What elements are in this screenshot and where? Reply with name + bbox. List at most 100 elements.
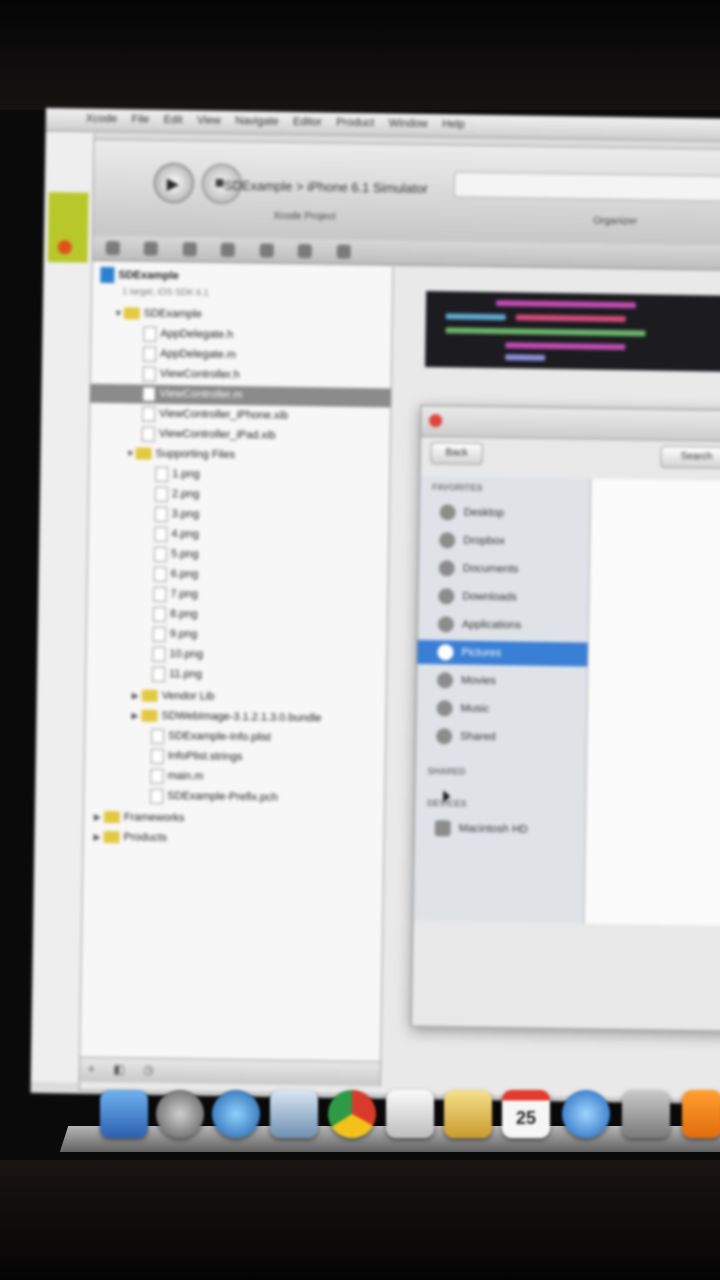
back-button[interactable]: Back (430, 442, 483, 465)
image-row[interactable]: 10.png (152, 645, 203, 665)
browser-icon[interactable] (562, 1090, 610, 1138)
file-row[interactable]: SDExample-Info.plist (151, 727, 271, 748)
finder-icon[interactable] (100, 1090, 148, 1138)
symbol-navigator-icon[interactable] (144, 241, 159, 256)
sidebar-item-shared-folder[interactable]: Shared (416, 724, 586, 751)
tab-project[interactable]: Xcode Project (273, 211, 335, 223)
image-row[interactable]: 7.png (153, 585, 198, 605)
tab-organizer[interactable]: Organizer (593, 216, 637, 228)
menu-item-product[interactable]: Product (336, 117, 374, 130)
close-icon[interactable] (429, 414, 443, 428)
search-button[interactable]: Search (660, 445, 720, 469)
debug-navigator-icon[interactable] (259, 243, 274, 258)
file-label: SDExample-Prefix.pch (167, 789, 278, 804)
sidebar-item-label: Downloads (462, 590, 517, 604)
mail-icon[interactable] (386, 1090, 434, 1138)
file-row[interactable]: main.m (150, 767, 204, 787)
folder-row-lib[interactable]: ▶ Vendor Lib (132, 686, 215, 706)
sidebar-item-macintosh-hd[interactable]: Macintosh HD (415, 816, 585, 843)
file-row[interactable]: ViewController.h (142, 365, 240, 386)
folder-row-main[interactable]: ▼ SDExample (114, 304, 202, 324)
sidebar-item-documents[interactable]: Documents (419, 556, 589, 583)
log-navigator-icon[interactable] (336, 244, 351, 259)
disclosure-closed-icon[interactable]: ▶ (94, 808, 104, 827)
file-label: 9.png (169, 628, 198, 641)
file-row[interactable]: ViewController_iPad.xib (141, 425, 276, 446)
image-file-icon (152, 646, 166, 662)
menu-item-navigate[interactable]: Navigate (235, 115, 279, 128)
notification-icon (57, 240, 72, 255)
safari-icon[interactable] (212, 1090, 260, 1138)
sidebar-item-music[interactable]: Music (416, 696, 586, 723)
issue-navigator-icon[interactable] (221, 242, 236, 257)
image-row[interactable]: 2.png (154, 485, 200, 505)
breakpoint-navigator-icon[interactable] (297, 243, 313, 259)
file-row[interactable]: SDExample-Prefix.pch (150, 787, 278, 808)
disclosure-open-icon[interactable]: ▼ (125, 444, 135, 463)
file-row-selected[interactable]: ViewController.m (142, 385, 243, 406)
image-row[interactable]: 6.png (153, 565, 199, 585)
dock: 25 (59, 1086, 720, 1156)
menu-item-xcode[interactable]: Xcode (86, 113, 117, 125)
menu-item-view[interactable]: View (197, 114, 221, 126)
menu-item-editor[interactable]: Editor (293, 116, 322, 128)
scheme-selector[interactable]: SDExample > iPhone 6.1 Simulator (224, 178, 428, 196)
filter-icon[interactable]: ◧ (113, 1062, 125, 1076)
image-row[interactable]: 4.png (154, 525, 199, 545)
downloads-icon (438, 588, 455, 605)
image-row[interactable]: 9.png (152, 625, 198, 645)
dropbox-icon (439, 532, 456, 549)
image-file-icon (152, 666, 166, 682)
folder-row-products[interactable]: ▶ Products (93, 828, 167, 848)
file-row[interactable]: InfoPlist.strings (150, 747, 243, 767)
recent-icon[interactable]: ◷ (143, 1063, 154, 1077)
image-row[interactable]: 3.png (154, 505, 199, 525)
chrome-icon[interactable] (328, 1090, 376, 1138)
run-button[interactable]: ▶ (153, 162, 195, 204)
search-navigator-icon[interactable] (182, 242, 197, 257)
sidebar-item-desktop[interactable]: Desktop (420, 500, 590, 527)
folder-row-bundle[interactable]: ▶ SDWebImage-3.1.2.1.3.0.bundle (131, 706, 322, 728)
monitor-bezel-bottom (0, 1160, 720, 1280)
menu-item-window[interactable]: Window (389, 117, 428, 130)
file-row[interactable]: AppDelegate.m (143, 345, 236, 365)
vlc-icon[interactable] (682, 1090, 720, 1138)
preview-icon[interactable] (270, 1090, 318, 1138)
menu-item-file[interactable]: File (131, 113, 149, 125)
menu-item-help[interactable]: Help (442, 118, 465, 130)
image-row[interactable]: 8.png (152, 605, 198, 625)
folder-label: Vendor Lib (161, 689, 215, 703)
code-editor[interactable] (424, 290, 720, 373)
calendar-icon[interactable]: 25 (502, 1090, 550, 1138)
folder-row-images[interactable]: ▼ Supporting Files (125, 444, 235, 465)
image-row[interactable]: 1.png (155, 465, 200, 485)
sidebar-item-dropbox[interactable]: Dropbox (419, 528, 589, 555)
system-preferences-icon[interactable] (622, 1090, 670, 1138)
folder-row-frameworks[interactable]: ▶ Frameworks (94, 808, 185, 828)
file-row[interactable]: ViewController_iPhone.xib (142, 405, 288, 426)
launchpad-icon[interactable] (156, 1090, 204, 1138)
toolbar: ▶ ■ SDExample > iPhone 6.1 Simulator Xco… (92, 139, 720, 248)
disclosure-closed-icon[interactable]: ▶ (131, 706, 141, 725)
disclosure-closed-icon[interactable]: ▶ (132, 686, 142, 705)
sidebar-item-movies[interactable]: Movies (417, 668, 587, 695)
sidebar-item-downloads[interactable]: Downloads (418, 584, 588, 611)
file-row[interactable]: AppDelegate.h (143, 325, 233, 345)
menu-item-edit[interactable]: Edit (164, 114, 183, 126)
disclosure-open-icon[interactable]: ▼ (114, 304, 124, 323)
sidebar-item-applications[interactable]: Applications (418, 612, 588, 639)
disclosure-closed-icon[interactable]: ▶ (93, 828, 103, 847)
image-row[interactable]: 5.png (153, 545, 199, 565)
file-label: 1.png (172, 468, 200, 481)
project-navigator-icon[interactable] (105, 240, 120, 256)
notes-icon[interactable] (444, 1090, 492, 1138)
add-icon[interactable]: + (88, 1062, 95, 1076)
project-icon (100, 266, 115, 284)
sidebar-item-label: Shared (460, 730, 496, 744)
sidebar-item-pictures[interactable]: Pictures (417, 639, 588, 667)
sidebar-section-favorites: FAVORITES (432, 482, 483, 493)
finder-file-list[interactable] (584, 478, 720, 927)
file-label: 2.png (171, 488, 200, 501)
file-label: ViewController.h (159, 367, 240, 382)
image-row[interactable]: 11.png (152, 665, 202, 685)
